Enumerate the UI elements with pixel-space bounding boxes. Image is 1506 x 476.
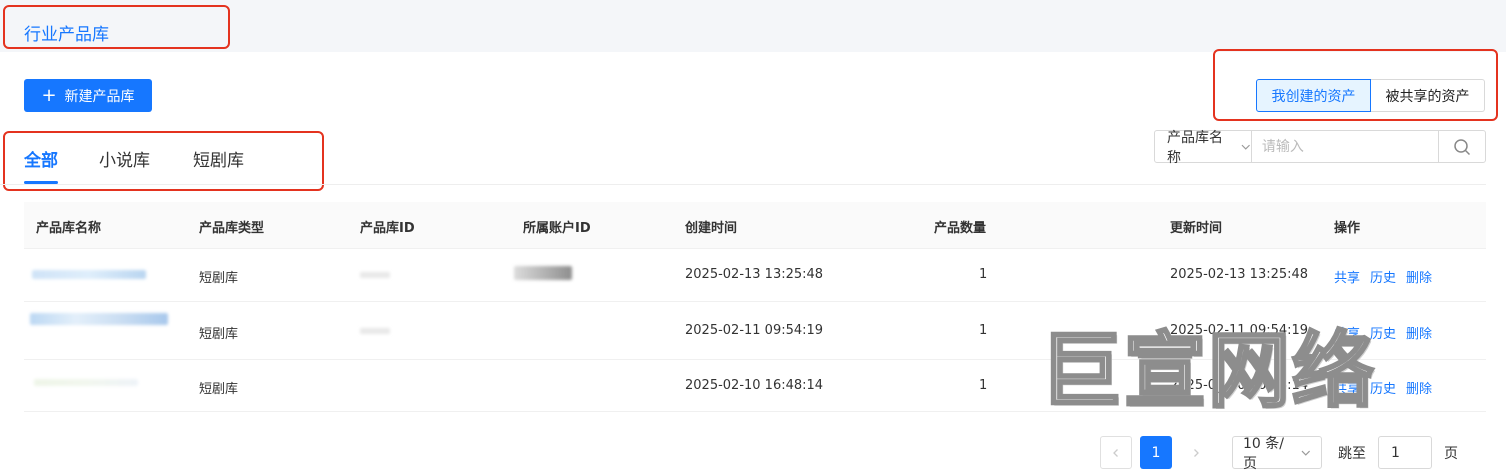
redacted-id bbox=[360, 328, 390, 334]
tab-novel[interactable]: 小说库 bbox=[99, 146, 150, 171]
row-count: 1 bbox=[979, 267, 988, 282]
share-link[interactable]: 共享 bbox=[1334, 271, 1360, 286]
chevron-right-icon bbox=[1194, 448, 1199, 457]
new-library-button[interactable]: + 新建产品库 bbox=[24, 79, 152, 112]
chevron-left-icon bbox=[1113, 448, 1118, 457]
page-1-button[interactable]: 1 bbox=[1140, 436, 1172, 469]
search-icon bbox=[1454, 138, 1470, 155]
col-name: 产品库名称 bbox=[36, 221, 102, 236]
watermark-logo: 巨宣网络 bbox=[1038, 323, 1377, 421]
row-count: 1 bbox=[979, 323, 988, 338]
row-count: 1 bbox=[979, 378, 988, 393]
tabs-divider bbox=[0, 184, 1486, 185]
delete-link[interactable]: 删除 bbox=[1406, 327, 1432, 342]
my-assets-toggle[interactable]: 我创建的资产 bbox=[1256, 79, 1371, 112]
plus-icon: + bbox=[41, 84, 57, 106]
chevron-down-icon bbox=[1241, 144, 1251, 150]
tab-short-drama[interactable]: 短剧库 bbox=[193, 146, 244, 171]
search-bar: 产品库名称 bbox=[1154, 130, 1486, 166]
prev-page-button[interactable] bbox=[1100, 436, 1132, 469]
row-type: 短剧库 bbox=[199, 271, 239, 286]
jump-label: 跳至 bbox=[1338, 445, 1366, 462]
table-header: 产品库名称 产品库类型 产品库ID 所属账户ID 创建时间 产品数量 更新时间 … bbox=[24, 202, 1486, 249]
col-account-id: 所属账户ID bbox=[523, 221, 591, 236]
col-count: 产品数量 bbox=[934, 221, 987, 236]
col-actions: 操作 bbox=[1334, 221, 1361, 236]
search-input[interactable] bbox=[1251, 130, 1438, 163]
row-created: 2025-02-10 16:48:14 bbox=[685, 378, 824, 393]
new-library-label: 新建产品库 bbox=[64, 88, 135, 105]
page-size-label: 10 条/页 bbox=[1243, 435, 1284, 472]
delete-link[interactable]: 删除 bbox=[1406, 382, 1432, 397]
row-updated: 2025-02-13 13:25:48 bbox=[1170, 267, 1309, 282]
search-field-label: 产品库名称 bbox=[1167, 129, 1223, 166]
row-created: 2025-02-13 13:25:48 bbox=[685, 267, 824, 282]
page-size-select[interactable]: 10 条/页 bbox=[1232, 436, 1322, 472]
next-page-button[interactable] bbox=[1180, 436, 1212, 469]
redacted-account-id bbox=[514, 266, 572, 280]
delete-link[interactable]: 删除 bbox=[1406, 271, 1432, 286]
page-suffix: 页 bbox=[1444, 445, 1458, 462]
row-created: 2025-02-11 09:54:19 bbox=[685, 323, 824, 338]
table-row: 短剧库 2025-02-13 13:25:48 1 2025-02-13 13:… bbox=[24, 249, 1486, 302]
shared-assets-toggle[interactable]: 被共享的资产 bbox=[1371, 79, 1485, 112]
col-updated: 更新时间 bbox=[1170, 221, 1223, 236]
col-created: 创建时间 bbox=[685, 221, 738, 236]
history-link[interactable]: 历史 bbox=[1370, 271, 1396, 286]
col-type: 产品库类型 bbox=[199, 221, 265, 236]
redacted-id bbox=[360, 272, 390, 278]
annotation-box-title bbox=[3, 5, 230, 49]
jump-page-input[interactable]: 1 bbox=[1378, 436, 1432, 469]
search-field-select[interactable]: 产品库名称 bbox=[1155, 130, 1252, 166]
search-button[interactable] bbox=[1437, 131, 1485, 162]
row-type: 短剧库 bbox=[199, 327, 239, 342]
col-id: 产品库ID bbox=[360, 221, 415, 236]
row-type: 短剧库 bbox=[199, 382, 239, 397]
tab-all[interactable]: 全部 bbox=[24, 146, 58, 171]
chevron-down-icon bbox=[1302, 450, 1311, 456]
redacted-name bbox=[30, 313, 168, 325]
redacted-name bbox=[32, 270, 146, 279]
redacted-name bbox=[34, 379, 138, 386]
